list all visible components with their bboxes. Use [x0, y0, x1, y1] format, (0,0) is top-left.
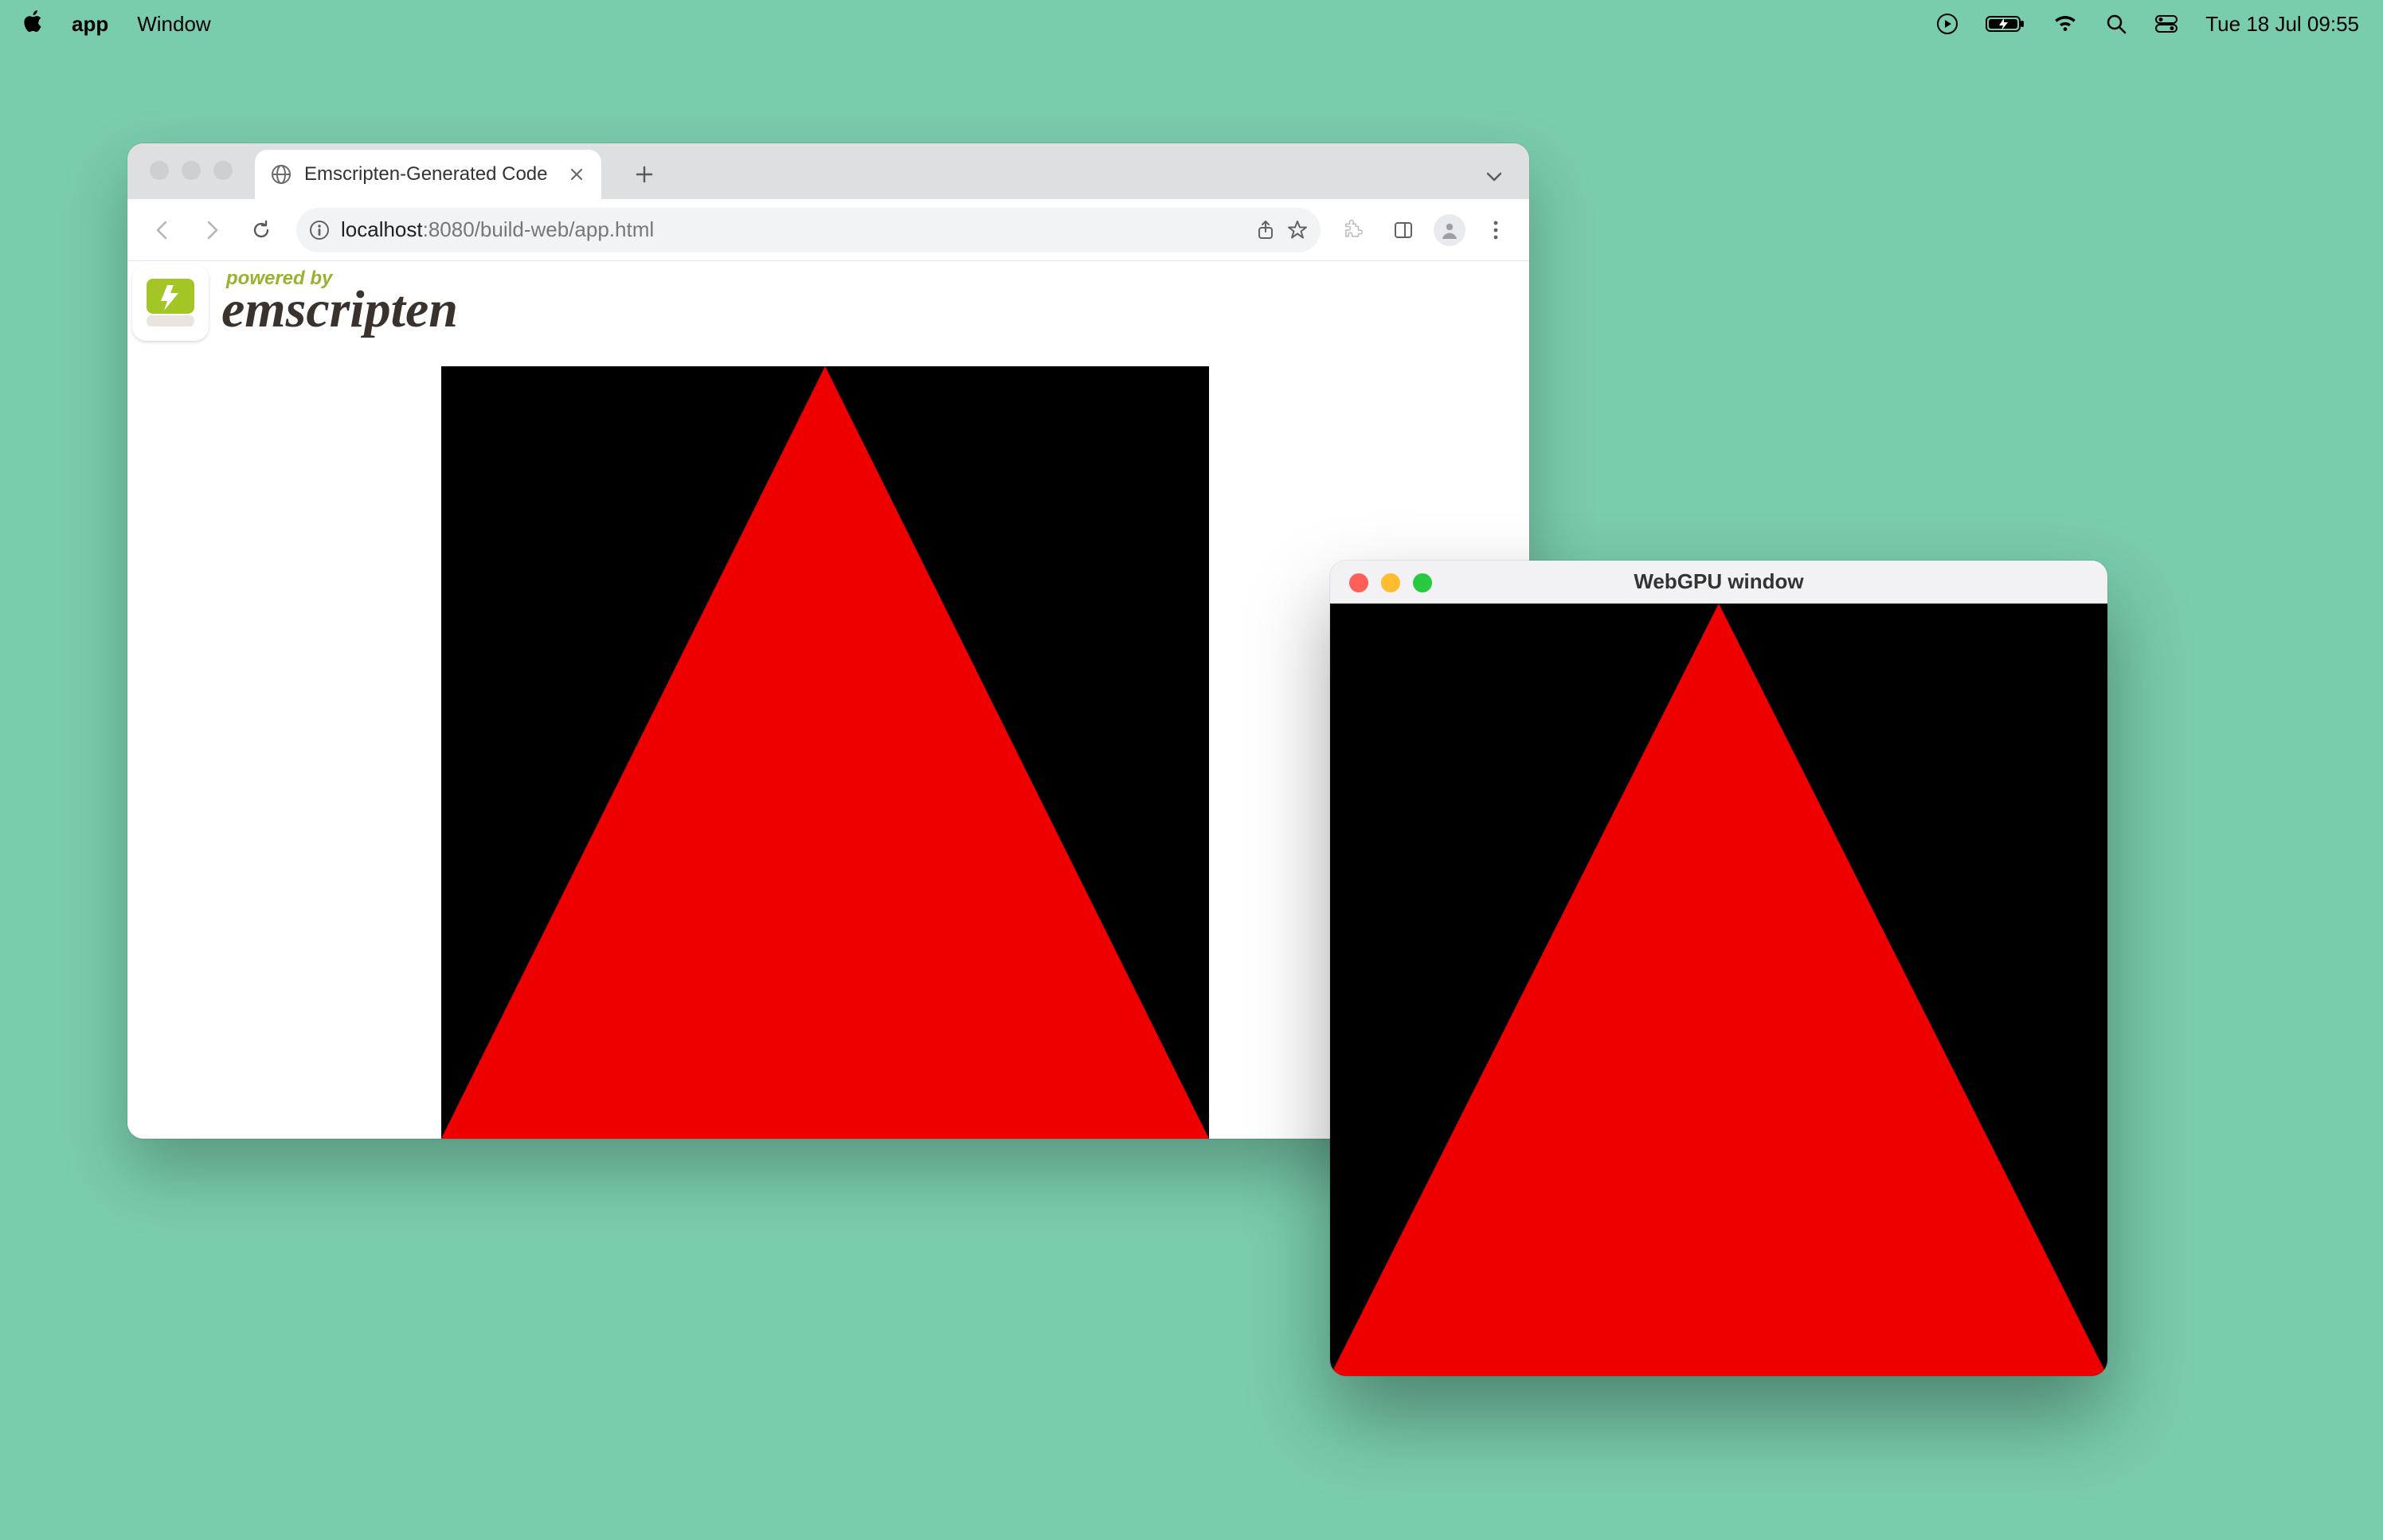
profile-avatar[interactable]: [1434, 214, 1465, 246]
macos-menubar: app Window Tue 18 Jul 09:55: [0, 0, 2383, 48]
apple-menu-icon[interactable]: [22, 10, 43, 39]
address-bar-url: localhost:8080/build-web/app.html: [341, 217, 654, 242]
window-minimize-button[interactable]: [1381, 573, 1400, 592]
forward-button[interactable]: [191, 209, 233, 251]
emscripten-canvas[interactable]: [441, 366, 1209, 1139]
native-titlebar: WebGPU window: [1330, 561, 2107, 604]
menubar-app-name[interactable]: app: [72, 12, 108, 37]
red-triangle: [441, 366, 1209, 1139]
tabs-dropdown-button[interactable]: [1478, 161, 1510, 193]
bookmark-icon[interactable]: [1287, 220, 1308, 240]
emscripten-wordmark: powered by emscripten: [217, 266, 463, 339]
red-triangle: [1330, 604, 2107, 1376]
browser-traffic-lights: [150, 161, 233, 180]
browser-toolbar: localhost:8080/build-web/app.html: [127, 199, 1529, 261]
globe-icon: [271, 164, 292, 185]
close-tab-icon[interactable]: [569, 167, 584, 182]
browser-tab[interactable]: Emscripten-Generated Code: [255, 150, 601, 199]
menubar-clock[interactable]: Tue 18 Jul 09:55: [2205, 12, 2359, 37]
spotlight-icon[interactable]: [2105, 13, 2127, 35]
native-traffic-lights: [1349, 573, 1432, 592]
window-close-button[interactable]: [1349, 573, 1368, 592]
reload-button[interactable]: [241, 209, 282, 251]
sidepanel-icon[interactable]: [1384, 211, 1422, 249]
browser-window: Emscripten-Generated Code localhost:: [127, 143, 1529, 1139]
window-minimize-button[interactable]: [182, 161, 201, 180]
emscripten-logo-icon: [132, 264, 209, 341]
back-button[interactable]: [142, 209, 183, 251]
wifi-icon[interactable]: [2052, 14, 2078, 33]
window-zoom-button[interactable]: [1413, 573, 1432, 592]
address-host: localhost: [341, 217, 423, 241]
screen-record-icon[interactable]: [1936, 13, 1958, 35]
battery-icon[interactable]: [1986, 14, 2025, 33]
window-close-button[interactable]: [150, 161, 169, 180]
new-tab-button[interactable]: [622, 152, 667, 197]
emscripten-name-label: emscripten: [221, 283, 458, 336]
toolbar-actions: [1335, 211, 1515, 249]
browser-tabstrip: Emscripten-Generated Code: [127, 143, 1529, 199]
share-icon[interactable]: [1255, 220, 1276, 240]
menubar-menu-window[interactable]: Window: [137, 12, 210, 37]
native-canvas[interactable]: [1330, 604, 2107, 1376]
site-info-icon[interactable]: [309, 220, 330, 240]
browser-page: powered by emscripten: [127, 261, 1529, 1139]
native-window-title: WebGPU window: [1634, 569, 1803, 594]
extensions-icon[interactable]: [1335, 211, 1373, 249]
chrome-menu-icon[interactable]: [1477, 211, 1515, 249]
address-path: :8080/build-web/app.html: [423, 217, 655, 241]
native-app-window: WebGPU window: [1330, 561, 2107, 1376]
emscripten-header: powered by emscripten: [132, 264, 463, 341]
window-zoom-button[interactable]: [213, 161, 233, 180]
browser-tab-title: Emscripten-Generated Code: [304, 163, 547, 186]
control-center-icon[interactable]: [2154, 14, 2178, 33]
address-bar[interactable]: localhost:8080/build-web/app.html: [296, 208, 1321, 252]
